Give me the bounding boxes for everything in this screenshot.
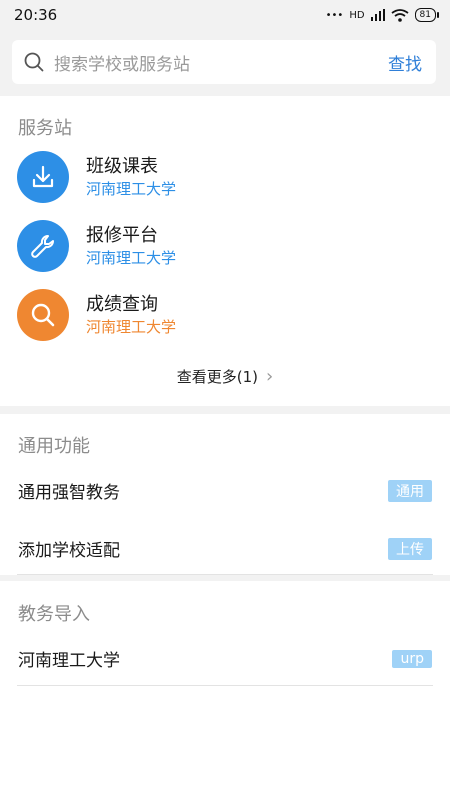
station-item-grades[interactable]: 成绩查询 河南理工大学 <box>17 288 437 342</box>
view-more-label: 查看更多(1) <box>176 368 259 386</box>
status-icons: ••• HD 81 <box>325 8 440 22</box>
row-label: 河南理工大学 <box>18 651 120 671</box>
row-divider <box>17 685 433 686</box>
section-divider <box>0 575 450 581</box>
import-row-school[interactable]: 河南理工大学 urp <box>18 646 432 671</box>
battery-icon: 81 <box>414 8 440 22</box>
status-bar: 20:36 ••• HD 81 <box>0 0 450 30</box>
search-icon <box>17 289 69 341</box>
general-row-jiaowu[interactable]: 通用强智教务 通用 <box>18 478 432 503</box>
section-title-import: 教务导入 <box>18 604 90 625</box>
station-name: 报修平台 <box>86 225 158 246</box>
station-school: 河南理工大学 <box>86 318 177 336</box>
station-school: 河南理工大学 <box>86 180 177 198</box>
find-button[interactable]: 查找 <box>388 50 422 75</box>
section-divider <box>0 406 450 414</box>
cell-signal-icon <box>370 9 385 21</box>
network-label: HD <box>349 9 365 21</box>
row-tag: 通用 <box>388 479 432 502</box>
general-row-add-school[interactable]: 添加学校适配 上传 <box>18 536 432 561</box>
view-more-link[interactable]: 查看更多(1) › <box>0 366 450 387</box>
chevron-right-icon: › <box>266 366 274 387</box>
station-item-repair[interactable]: 报修平台 河南理工大学 <box>17 219 437 273</box>
section-title-general: 通用功能 <box>18 436 90 457</box>
search-bar[interactable]: 搜索学校或服务站 查找 <box>12 40 436 84</box>
section-title-stations: 服务站 <box>18 118 72 139</box>
row-tag: urp <box>392 649 432 668</box>
station-school: 河南理工大学 <box>86 249 177 267</box>
station-item-schedule[interactable]: 班级课表 河南理工大学 <box>17 150 437 204</box>
row-label: 通用强智教务 <box>18 483 120 503</box>
download-icon <box>17 151 69 203</box>
header: 搜索学校或服务站 查找 <box>0 30 450 96</box>
signal-icon: ••• <box>325 9 344 21</box>
status-time: 20:36 <box>14 6 58 24</box>
station-name: 班级课表 <box>86 156 158 177</box>
search-icon <box>24 52 44 72</box>
station-name: 成绩查询 <box>86 294 158 315</box>
wrench-icon <box>17 220 69 272</box>
search-input[interactable]: 搜索学校或服务站 <box>54 50 388 75</box>
row-label: 添加学校适配 <box>18 541 120 561</box>
row-tag: 上传 <box>388 537 432 560</box>
wifi-icon <box>391 8 409 22</box>
